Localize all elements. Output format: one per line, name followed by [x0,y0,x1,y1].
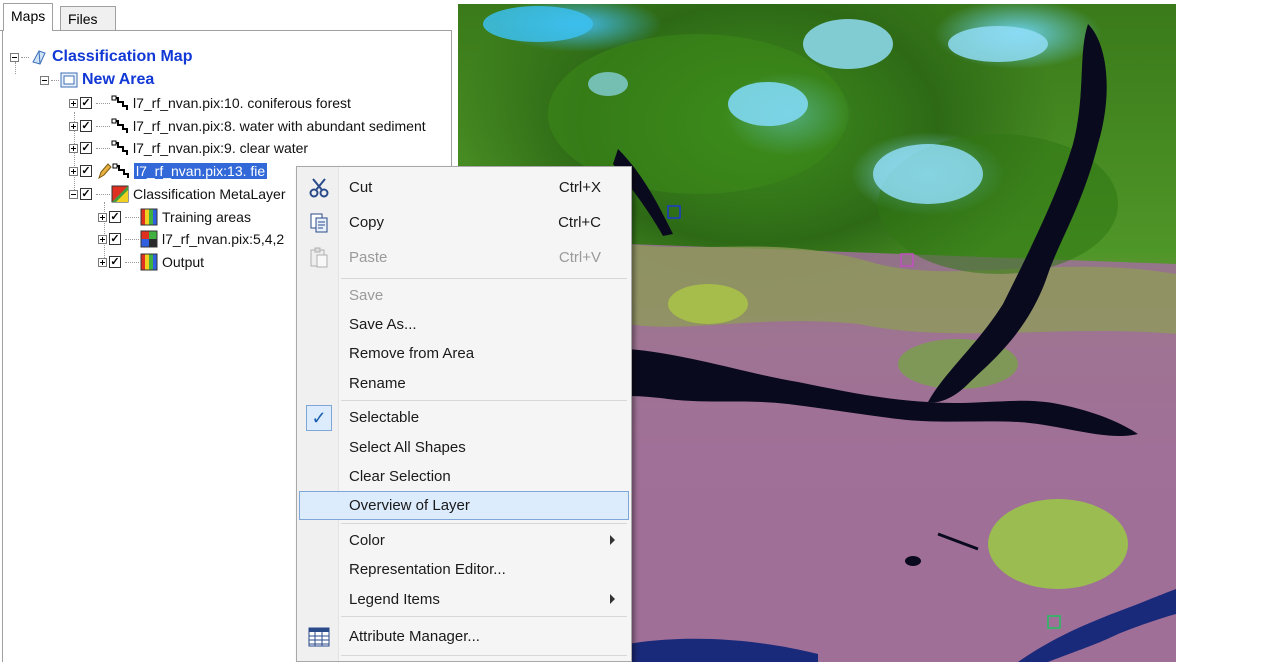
tree-item-output[interactable]: ✓ Output [98,251,204,273]
expand-icon[interactable] [98,234,107,244]
menu-item-paste[interactable]: Paste Ctrl+V [299,243,629,272]
tree-item-layer[interactable]: ✓ l7_rf_nvan.pix:9. clear water [69,137,308,159]
layer-visibility-checkbox[interactable]: ✓ [109,211,121,223]
paste-shortcut: Ctrl+V [558,249,601,266]
submenu-arrow-icon [610,594,615,604]
layer-label-selected[interactable]: l7_rf_nvan.pix:13. fie [134,163,268,179]
tree-item-layer-selected[interactable]: ✓ l7_rf_nvan.pix:13. fie [69,160,268,182]
menu-item-color[interactable]: Color [299,526,629,555]
menu-item-legend-items[interactable]: Legend Items [299,585,629,614]
checkmark-icon: ✓ [306,405,332,431]
vector-layer-icon [111,118,128,133]
expand-icon[interactable] [69,166,78,176]
menu-item-remove-from-area[interactable]: Remove from Area [299,339,629,368]
copy-label: Copy [349,214,385,231]
paste-icon [310,247,328,268]
vector-layer-icon [111,95,128,110]
tree-item-layer[interactable]: ✓ l7_rf_nvan.pix:10. coniferous forest [69,92,351,114]
select-all-label: Select All Shapes [349,439,466,456]
layer-visibility-checkbox[interactable]: ✓ [80,165,92,177]
pencil-icon [98,163,112,180]
selectable-label: Selectable [349,409,420,426]
tree-area-label: New Area [82,71,155,88]
empty-area [1176,0,1280,662]
tab-maps[interactable]: Maps [3,3,54,31]
context-menu: Cut Ctrl+X Copy Ctrl+C Paste Ctrl+V Save… [296,166,632,662]
menu-item-select-all-shapes[interactable]: Select All Shapes [299,433,629,462]
menu-item-clear-selection[interactable]: Clear Selection [299,462,629,491]
tree-item-raster[interactable]: ✓ l7_rf_nvan.pix:5,4,2 [98,228,284,250]
metalayer-label: Classification MetaLayer [133,186,286,202]
menu-separator [341,616,627,617]
raster-label: l7_rf_nvan.pix:5,4,2 [162,231,285,247]
legend-label: Legend Items [349,591,440,608]
raster-icon [140,230,158,248]
layer-visibility-checkbox[interactable]: ✓ [80,188,92,200]
layer-label: l7_rf_nvan.pix:9. clear water [133,140,309,156]
representation-label: Representation Editor... [349,561,506,578]
output-icon [140,253,158,271]
training-areas-icon [140,208,158,226]
menu-separator [341,278,627,279]
menu-item-representation-editor[interactable]: Representation Editor... [299,555,629,584]
tree-item-layer[interactable]: ✓ l7_rf_nvan.pix:8. water with abundant … [69,115,426,137]
tab-files[interactable]: Files [60,6,116,30]
scissors-icon [309,178,329,198]
classification-icon [111,185,129,203]
menu-item-rename[interactable]: Rename [299,369,629,398]
menu-separator [341,400,627,401]
tree-item-area[interactable]: New Area [40,69,154,91]
expand-icon[interactable] [69,143,78,153]
layer-visibility-checkbox[interactable]: ✓ [80,120,92,132]
vector-layer-icon [111,140,128,155]
output-label: Output [162,254,205,270]
remove-label: Remove from Area [349,345,475,362]
table-icon [308,627,330,647]
save-label: Save [349,287,384,304]
expand-icon[interactable] [69,121,78,131]
menu-item-overview-of-layer[interactable]: Overview of Layer [299,491,629,520]
layer-visibility-checkbox[interactable]: ✓ [109,256,121,268]
tree-root-label: Classification Map [52,48,193,65]
layer-label: l7_rf_nvan.pix:8. water with abundant se… [133,118,426,134]
paste-label: Paste [349,249,388,266]
menu-item-cut[interactable]: Cut Ctrl+X [299,173,629,202]
menu-item-save-as[interactable]: Save As... [299,310,629,339]
clear-selection-label: Clear Selection [349,468,451,485]
expand-icon[interactable] [69,98,78,108]
tree-item-training[interactable]: ✓ Training areas [98,206,251,228]
menu-item-save[interactable]: Save [299,281,629,310]
cut-label: Cut [349,179,373,196]
area-icon [60,72,78,88]
menu-separator [341,655,627,656]
attribute-manager-label: Attribute Manager... [349,628,480,645]
menu-separator [341,523,627,524]
color-label: Color [349,532,385,549]
layer-label: l7_rf_nvan.pix:10. coniferous forest [133,95,351,111]
tree-item-root[interactable]: Classification Map [10,46,192,68]
tab-strip: Maps Files [0,0,452,32]
copy-icon [310,213,328,233]
save-as-label: Save As... [349,316,417,333]
vector-layer-icon [112,163,129,178]
copy-shortcut: Ctrl+C [558,214,601,231]
training-areas-label: Training areas [162,209,251,225]
collapse-icon[interactable] [40,75,49,85]
overview-label: Overview of Layer [349,497,470,514]
expand-icon[interactable] [98,212,107,222]
submenu-arrow-icon [610,535,615,545]
collapse-icon[interactable] [69,189,78,199]
rename-label: Rename [349,375,406,392]
collapse-icon[interactable] [10,52,19,62]
layer-visibility-checkbox[interactable]: ✓ [80,97,92,109]
menu-item-attribute-manager[interactable]: Attribute Manager... [299,622,629,651]
cut-shortcut: Ctrl+X [558,179,601,196]
layer-visibility-checkbox[interactable]: ✓ [109,233,121,245]
menu-item-copy[interactable]: Copy Ctrl+C [299,208,629,237]
layer-visibility-checkbox[interactable]: ✓ [80,142,92,154]
tree-item-metalayer[interactable]: ✓ Classification MetaLayer [69,183,286,205]
map-book-icon [32,50,46,65]
expand-icon[interactable] [98,257,107,267]
menu-item-selectable[interactable]: ✓ Selectable [299,403,629,432]
